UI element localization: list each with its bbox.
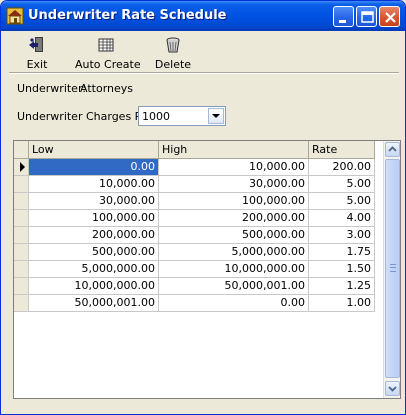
scroll-down-button[interactable]	[385, 381, 400, 396]
column-header-low[interactable]: Low	[28, 141, 159, 159]
cell-low[interactable]: 200,000.00	[28, 226, 159, 244]
cell-high[interactable]: 5,000,000.00	[158, 243, 309, 261]
exit-label: Exit	[26, 58, 48, 71]
cell-low[interactable]: 5,000,000.00	[28, 260, 159, 278]
cell-rate[interactable]: 5.00	[308, 192, 375, 210]
table-row[interactable]: 10,000.00 30,000.00 5.00	[14, 175, 375, 193]
row-selector[interactable]	[14, 192, 29, 210]
thumb-grip-icon	[390, 264, 396, 272]
auto-create-icon	[98, 38, 114, 52]
minimize-button[interactable]	[333, 6, 354, 27]
table-row[interactable]: 10,000,000.00 50,000,001.00 1.25	[14, 277, 375, 295]
auto-create-button[interactable]: Auto Create	[75, 34, 141, 72]
delete-icon	[166, 37, 180, 53]
table-row[interactable]: 5,000,000.00 10,000,000.00 1.50	[14, 260, 375, 278]
cell-high[interactable]: 50,000,001.00	[158, 277, 309, 295]
header-row: Low High Rate	[14, 141, 375, 159]
rate-table: Low High Rate 0.00 10,000.00 200.00 10,0…	[14, 141, 375, 312]
table-row[interactable]: 100,000.00 200,000.00 4.00	[14, 209, 375, 227]
scroll-up-button[interactable]	[385, 142, 400, 157]
maximize-button[interactable]	[356, 6, 377, 27]
window-title: Underwriter Rate Schedule	[28, 8, 227, 23]
cell-rate[interactable]: 200.00	[308, 158, 375, 176]
close-icon	[385, 12, 396, 23]
underwriter-label: Underwriter:	[17, 82, 86, 95]
dropdown-button[interactable]	[208, 108, 224, 124]
cell-low[interactable]: 500,000.00	[28, 243, 159, 261]
cell-high[interactable]: 10,000,000.00	[158, 260, 309, 278]
row-selector[interactable]	[14, 226, 29, 244]
cell-low[interactable]: 10,000.00	[28, 175, 159, 193]
cell-rate[interactable]: 3.00	[308, 226, 375, 244]
row-selector[interactable]	[14, 260, 29, 278]
cell-low[interactable]: 100,000.00	[28, 209, 159, 227]
maximize-icon	[361, 11, 374, 23]
row-selector[interactable]	[14, 243, 29, 261]
app-house-icon[interactable]	[6, 7, 24, 25]
column-header-rate[interactable]: Rate	[308, 141, 375, 159]
cell-high[interactable]: 0.00	[158, 294, 309, 312]
delete-button[interactable]: Delete	[153, 34, 193, 72]
chevron-up-icon	[388, 146, 397, 152]
toolbar-divider	[9, 72, 399, 74]
row-selector[interactable]	[14, 294, 29, 312]
scroll-thumb[interactable]	[385, 159, 400, 378]
cell-rate[interactable]: 1.50	[308, 260, 375, 278]
row-selector[interactable]	[14, 175, 29, 193]
minimize-icon	[339, 20, 346, 23]
cell-high[interactable]: 500,000.00	[158, 226, 309, 244]
charges-per-label: Underwriter Charges Per	[17, 110, 153, 123]
charges-per-select[interactable]: 1000	[138, 106, 226, 126]
rate-schedule-grid[interactable]: Low High Rate 0.00 10,000.00 200.00 10,0…	[13, 140, 401, 399]
cell-rate[interactable]: 1.00	[308, 294, 375, 312]
delete-label: Delete	[154, 58, 192, 71]
cell-low[interactable]: 10,000,000.00	[28, 277, 159, 295]
column-header-high[interactable]: High	[158, 141, 309, 159]
chevron-down-icon	[388, 386, 397, 392]
current-row-arrow-icon	[20, 162, 25, 172]
cell-low[interactable]: 50,000,001.00	[28, 294, 159, 312]
row-header-corner	[14, 141, 29, 159]
row-selector[interactable]	[14, 158, 29, 176]
cell-low[interactable]: 0.00	[28, 158, 159, 176]
cell-rate[interactable]: 5.00	[308, 175, 375, 193]
cell-high[interactable]: 100,000.00	[158, 192, 309, 210]
cell-rate[interactable]: 1.25	[308, 277, 375, 295]
row-selector[interactable]	[14, 209, 29, 227]
table-row[interactable]: 50,000,001.00 0.00 1.00	[14, 294, 375, 312]
exit-button[interactable]: Exit	[17, 34, 57, 72]
title-bar[interactable]: Underwriter Rate Schedule	[1, 1, 405, 31]
underwriter-value: Attorneys	[80, 82, 133, 95]
cell-low[interactable]: 30,000.00	[28, 192, 159, 210]
exit-icon	[29, 37, 43, 52]
table-row[interactable]: 0.00 10,000.00 200.00	[14, 158, 375, 176]
vertical-scrollbar[interactable]	[383, 141, 400, 398]
toolbar: Exit Auto Create Delete	[5, 32, 403, 72]
cell-rate[interactable]: 4.00	[308, 209, 375, 227]
cell-high[interactable]: 10,000.00	[158, 158, 309, 176]
auto-create-label: Auto Create	[75, 58, 141, 71]
close-button[interactable]	[379, 6, 400, 27]
app-window: Underwriter Rate Schedule Exit Auto Crea…	[0, 0, 406, 415]
table-row[interactable]: 30,000.00 100,000.00 5.00	[14, 192, 375, 210]
table-row[interactable]: 200,000.00 500,000.00 3.00	[14, 226, 375, 244]
cell-high[interactable]: 200,000.00	[158, 209, 309, 227]
charges-per-value: 1000	[142, 110, 170, 123]
cell-rate[interactable]: 1.75	[308, 243, 375, 261]
row-selector[interactable]	[14, 277, 29, 295]
chevron-down-icon	[212, 114, 220, 118]
cell-high[interactable]: 30,000.00	[158, 175, 309, 193]
table-row[interactable]: 500,000.00 5,000,000.00 1.75	[14, 243, 375, 261]
